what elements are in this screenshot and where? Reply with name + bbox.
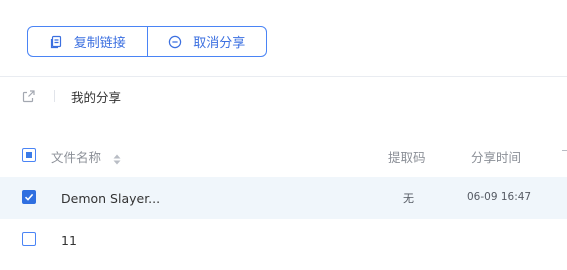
cancel-circle-icon [168, 35, 182, 49]
toolbar-divider [0, 76, 567, 77]
breadcrumb: 我的分享 [22, 87, 121, 105]
row-checkbox[interactable] [22, 190, 36, 204]
column-resize-handle[interactable] [562, 150, 567, 151]
table-header: 文件名称 提取码 分享时间 [0, 140, 567, 170]
column-header-file-name[interactable]: 文件名称 [51, 147, 101, 166]
share-page: 复制链接 取消分享 我的分享 文件名称 提取码 分享时间 Demon Slaye… [0, 0, 567, 270]
table-row[interactable]: Demon Slayer... 无 06-09 16:47 [0, 177, 567, 219]
toolbar-button-group: 复制链接 取消分享 [27, 26, 267, 57]
copy-link-label: 复制链接 [73, 36, 126, 51]
row-share-time: 06-09 16:47 [467, 191, 532, 203]
cancel-share-label: 取消分享 [193, 36, 246, 51]
copy-icon [49, 35, 63, 49]
breadcrumb-title: 我的分享 [71, 89, 122, 105]
table-row[interactable]: 11 [0, 219, 567, 261]
breadcrumb-separator [54, 90, 55, 102]
cancel-share-button[interactable]: 取消分享 [148, 27, 267, 56]
row-extract-code: 无 [403, 192, 414, 205]
external-link-icon[interactable] [22, 89, 36, 103]
copy-link-button[interactable]: 复制链接 [28, 27, 148, 56]
sort-icon[interactable] [113, 150, 121, 165]
row-checkbox[interactable] [22, 232, 36, 246]
row-file-name[interactable]: 11 [61, 233, 77, 248]
row-file-name[interactable]: Demon Slayer... [61, 191, 160, 206]
column-header-share-time: 分享时间 [471, 150, 522, 165]
select-all-checkbox[interactable] [22, 148, 36, 162]
column-header-extract-code: 提取码 [388, 150, 426, 165]
